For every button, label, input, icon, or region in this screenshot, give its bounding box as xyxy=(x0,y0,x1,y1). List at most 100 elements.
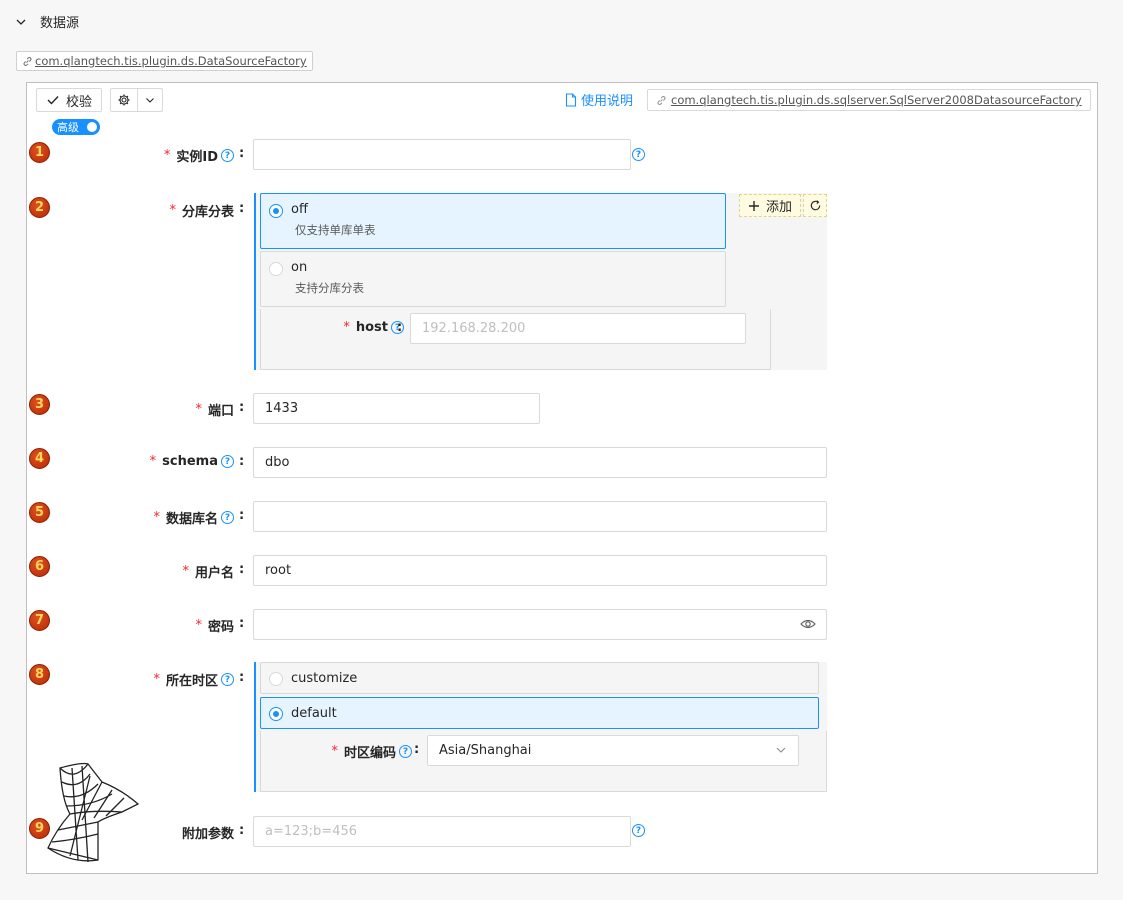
radio-unselected[interactable] xyxy=(269,262,283,276)
help-icon[interactable]: ? xyxy=(221,673,234,686)
help-icon[interactable]: ? xyxy=(632,824,645,837)
add-button[interactable]: 添加 xyxy=(739,194,801,217)
radio-selected[interactable] xyxy=(269,204,283,218)
tz-code-value: Asia/Shanghai xyxy=(439,743,532,758)
option-desc: 支持分库分表 xyxy=(295,281,364,295)
verify-button[interactable]: 校验 xyxy=(36,88,102,112)
colon: : xyxy=(239,201,245,216)
gear-icon xyxy=(118,94,130,106)
sqlserver-logo xyxy=(47,762,140,863)
colon: : xyxy=(397,320,403,335)
tz-code-select[interactable]: Asia/Shanghai xyxy=(427,735,799,766)
required-mark: * xyxy=(153,672,160,687)
advanced-switch[interactable]: 高级 xyxy=(52,119,100,135)
section-title: 数据源 xyxy=(40,16,80,31)
radio-unselected[interactable] xyxy=(269,672,283,686)
add-label: 添加 xyxy=(765,200,792,215)
required-mark: * xyxy=(343,320,350,335)
timezone-label: * 所在时区 ? xyxy=(0,670,234,689)
split-option-on[interactable]: on 支持分库分表 xyxy=(260,251,726,307)
split-label: * 分库分表 xyxy=(0,201,234,220)
page: 数据源 com.qlangtech.tis.plugin.ds.DataSour… xyxy=(0,0,1123,900)
host-label-text: host xyxy=(355,320,388,335)
password-input[interactable] xyxy=(253,609,827,640)
link-icon xyxy=(23,56,32,66)
dbname-label-text: 数据库名 xyxy=(165,512,218,527)
check-icon xyxy=(47,96,59,105)
option-title: off xyxy=(291,202,308,217)
colon: : xyxy=(239,508,245,523)
required-mark: * xyxy=(153,510,160,525)
help-icon[interactable]: ? xyxy=(221,455,234,468)
schema-label-text: schema xyxy=(162,454,218,469)
impl-tag-text: com.qlangtech.tis.plugin.ds.sqlserver.Sq… xyxy=(671,93,1082,107)
password-label: * 密码 xyxy=(0,616,234,635)
refresh-button[interactable] xyxy=(803,194,827,217)
help-icon[interactable]: ? xyxy=(632,148,645,161)
refresh-icon xyxy=(810,200,820,211)
username-input[interactable]: root xyxy=(253,555,827,586)
colon: : xyxy=(239,670,245,685)
extra-label-text: 附加参数 xyxy=(181,827,234,842)
required-mark: * xyxy=(182,564,189,579)
split-label-text: 分库分表 xyxy=(181,205,234,220)
username-label-text: 用户名 xyxy=(194,566,234,581)
colon: : xyxy=(239,146,245,161)
required-mark: * xyxy=(195,618,202,633)
colon: : xyxy=(239,616,245,631)
chevron-down-icon xyxy=(776,747,786,753)
instance-id-label-text: 实例ID xyxy=(176,150,218,165)
section-header[interactable]: 数据源 xyxy=(14,12,79,31)
radio-selected[interactable] xyxy=(269,707,283,721)
colon: : xyxy=(239,400,245,415)
extra-label: 附加参数 xyxy=(0,823,234,842)
host-label: * host ? xyxy=(164,320,404,335)
option-title: default xyxy=(291,706,337,721)
tz-code-label: * 时区编码 ? xyxy=(172,742,412,761)
required-mark: * xyxy=(149,454,157,469)
schema-label: * schema ? xyxy=(0,454,234,469)
switch-knob xyxy=(87,122,97,132)
settings-dropdown-button[interactable] xyxy=(137,88,163,112)
required-mark: * xyxy=(163,148,171,163)
chevron-down-icon xyxy=(16,19,26,25)
colon: : xyxy=(414,742,420,757)
timezone-option-default[interactable]: default xyxy=(260,697,819,729)
colon: : xyxy=(239,562,245,577)
impl-tag[interactable]: com.qlangtech.tis.plugin.ds.sqlserver.Sq… xyxy=(647,89,1091,111)
timezone-label-text: 所在时区 xyxy=(165,674,218,689)
option-title: on xyxy=(291,260,308,275)
advanced-switch-label: 高级 xyxy=(57,121,79,134)
required-mark: * xyxy=(331,744,338,759)
help-icon[interactable]: ? xyxy=(221,511,234,524)
required-mark: * xyxy=(195,402,202,417)
eye-icon[interactable] xyxy=(800,617,816,631)
schema-input[interactable]: dbo xyxy=(253,447,827,478)
plus-icon xyxy=(748,200,759,211)
verify-label: 校验 xyxy=(65,94,92,110)
chevron-down-icon xyxy=(146,98,154,103)
extra-input[interactable]: a=123;b=456 xyxy=(253,816,631,847)
dbname-input[interactable] xyxy=(253,501,827,532)
password-label-text: 密码 xyxy=(207,620,234,635)
required-mark: * xyxy=(169,203,176,218)
help-icon[interactable]: ? xyxy=(221,149,234,162)
colon: : xyxy=(239,454,245,469)
instance-id-label: * 实例ID ? xyxy=(0,146,234,165)
file-icon xyxy=(565,92,577,107)
split-option-off[interactable]: off 仅支持单库单表 xyxy=(260,193,726,249)
help-link[interactable]: 使用说明 xyxy=(565,90,633,109)
instance-id-input[interactable] xyxy=(253,139,631,170)
option-title: customize xyxy=(291,671,358,686)
timezone-option-customize[interactable]: customize xyxy=(260,662,819,694)
port-label-text: 端口 xyxy=(207,404,234,419)
link-icon xyxy=(657,95,666,105)
help-icon[interactable]: ? xyxy=(399,745,412,758)
settings-button[interactable] xyxy=(110,88,138,112)
help-label: 使用说明 xyxy=(581,94,634,109)
factory-tag[interactable]: com.qlangtech.tis.plugin.ds.DataSourceFa… xyxy=(16,51,313,71)
host-input[interactable]: 192.168.28.200 xyxy=(410,313,746,344)
option-desc: 仅支持单库单表 xyxy=(295,223,376,237)
port-input[interactable]: 1433 xyxy=(253,393,540,424)
port-label: * 端口 xyxy=(0,400,234,419)
